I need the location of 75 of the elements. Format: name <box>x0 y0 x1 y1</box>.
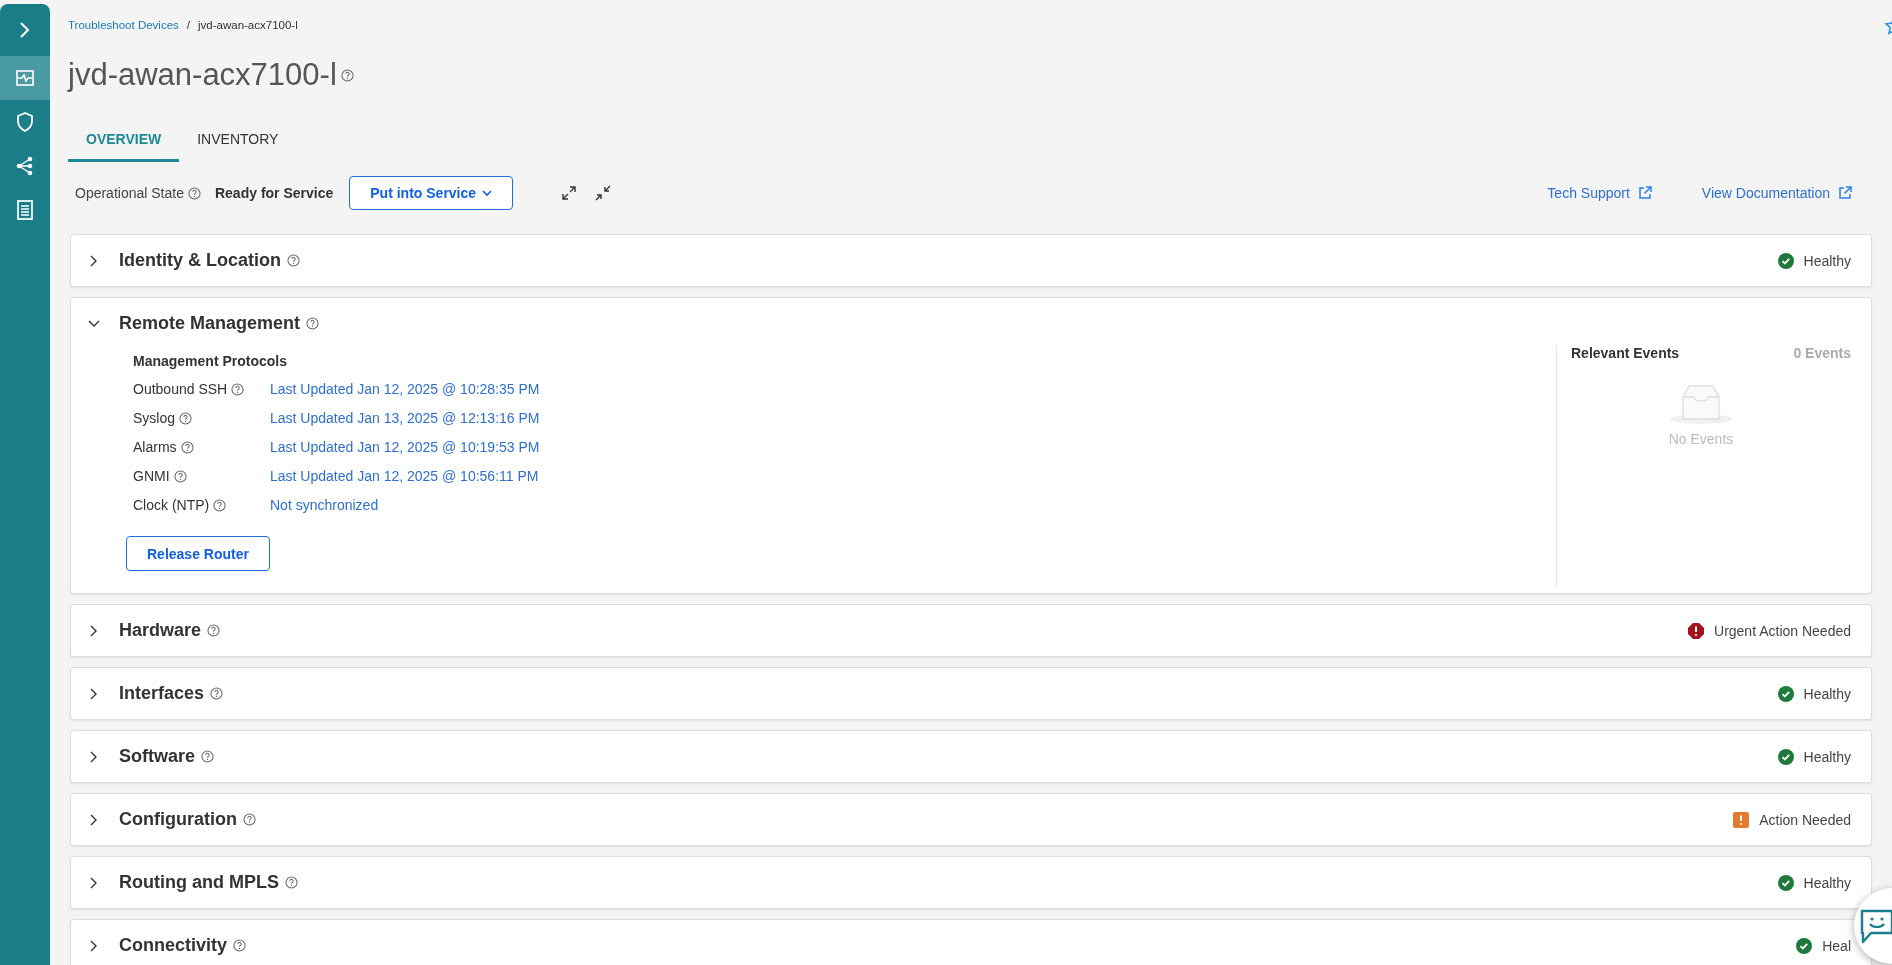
help-icon[interactable] <box>179 412 193 425</box>
empty-state-text: No Events <box>1668 431 1734 447</box>
put-into-service-button[interactable]: Put into Service <box>349 176 514 210</box>
section-title: Configuration <box>119 809 237 830</box>
protocol-status-link[interactable]: Last Updated Jan 13, 2025 @ 12:13:16 PM <box>270 410 540 439</box>
state-value: Ready for Service <box>214 185 334 201</box>
protocol-status-link[interactable]: Not synchronized <box>270 497 379 526</box>
healthy-check-icon <box>1777 874 1794 891</box>
tab[interactable]: OVERVIEW <box>68 121 180 162</box>
external-link-icon <box>1838 186 1852 200</box>
smiley-chat-icon <box>1859 908 1892 944</box>
status-text: Healthy <box>1803 748 1851 765</box>
protocol-label: Outbound SSH <box>133 381 228 397</box>
document-icon <box>14 199 36 221</box>
field-label: Operational State <box>75 185 184 201</box>
protocol-status-link[interactable]: Last Updated Jan 12, 2025 @ 10:56:11 PM <box>270 468 539 497</box>
protocol-label: Alarms <box>133 439 177 455</box>
expand-icon[interactable] <box>561 185 578 201</box>
section-title: Connectivity <box>119 935 228 956</box>
external-link-icon <box>1637 186 1652 200</box>
help-icon[interactable] <box>210 687 224 700</box>
help-icon[interactable] <box>306 317 320 330</box>
events-title: Relevant Events <box>1571 345 1680 361</box>
sidebar-item[interactable] <box>0 56 50 100</box>
status-text: Urgent Action Needed <box>1714 622 1851 639</box>
section-title: Hardware <box>119 620 202 641</box>
protocol-label: Clock (NTP) <box>133 497 210 513</box>
help-icon[interactable] <box>201 750 215 763</box>
healthy-check-icon <box>1777 685 1794 702</box>
help-icon[interactable] <box>243 813 256 826</box>
warning-icon <box>1733 811 1750 828</box>
help-icon[interactable] <box>173 470 187 483</box>
urgent-alert-icon <box>1688 622 1704 639</box>
help-icon[interactable] <box>231 383 245 396</box>
healthy-check-icon <box>1796 937 1813 954</box>
help-icon[interactable] <box>207 624 221 637</box>
page-title: jvd-awan-acx7100-l <box>68 57 337 93</box>
help-icon[interactable] <box>285 876 298 889</box>
collapse-icon[interactable] <box>595 185 612 201</box>
section-title: Routing and MPLS <box>119 872 279 893</box>
shield-icon <box>14 111 36 133</box>
section-title: Interfaces <box>119 683 205 704</box>
protocol-status-link[interactable]: Last Updated Jan 12, 2025 @ 10:28:35 PM <box>270 381 540 410</box>
status-text: Heal <box>1822 937 1851 954</box>
status-text: Healthy <box>1803 874 1851 891</box>
status-text: Action Needed <box>1759 811 1851 828</box>
help-icon[interactable] <box>213 499 227 512</box>
healthy-check-icon <box>1777 252 1794 269</box>
external-link[interactable]: View Documentation <box>1701 185 1852 201</box>
help-icon[interactable] <box>233 939 247 952</box>
help-icon[interactable] <box>187 186 201 200</box>
section-title: Identity & Location <box>119 250 281 271</box>
status-text: Healthy <box>1803 252 1851 269</box>
external-link[interactable]: Tech Support <box>1547 185 1652 201</box>
help-icon[interactable] <box>340 68 354 82</box>
breadcrumb-text: / <box>186 19 190 33</box>
section-title: Remote Management <box>119 313 301 334</box>
empty-inbox-icon <box>1669 383 1733 425</box>
subsection-title: Management Protocols <box>133 353 289 369</box>
breadcrumb-text: jvd-awan-acx7100-l <box>198 19 298 33</box>
protocol-label: GNMI <box>133 468 170 484</box>
caret-icon <box>482 189 493 197</box>
tab[interactable]: INVENTORY <box>179 121 297 162</box>
healthy-check-icon <box>1777 748 1794 765</box>
section-title: Software <box>119 746 196 767</box>
protocol-status-link[interactable]: Last Updated Jan 12, 2025 @ 10:19:53 PM <box>270 439 540 468</box>
expand-chevron-icon[interactable] <box>19 21 31 39</box>
protocol-label: Syslog <box>133 410 176 426</box>
breadcrumb-link[interactable]: Troubleshoot Devices <box>68 19 179 35</box>
help-icon[interactable] <box>180 441 194 454</box>
help-icon[interactable] <box>287 254 300 267</box>
status-text: Healthy <box>1803 685 1851 702</box>
pulse-icon <box>14 67 36 89</box>
events-count: 0 Events <box>1793 345 1851 361</box>
release-router-button[interactable]: Release Router <box>126 536 270 571</box>
